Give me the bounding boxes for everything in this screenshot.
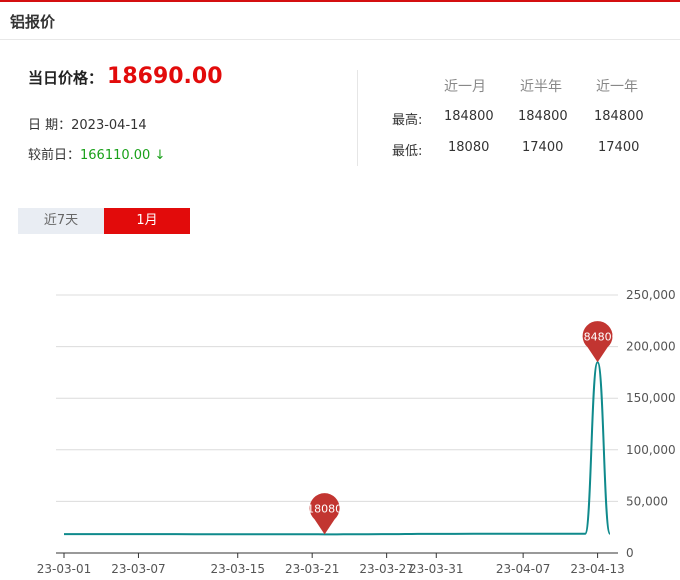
y-tick-label: 50,000	[626, 494, 668, 508]
x-tick-label: 23-03-31	[409, 562, 463, 576]
stats-cell: 17400	[522, 140, 564, 155]
stats-cell: 184800	[594, 109, 644, 124]
tab-1-month[interactable]: 1月	[104, 208, 190, 234]
y-tick-label: 250,000	[626, 288, 676, 302]
stats-cell: 17400	[598, 140, 640, 155]
x-tick-label: 23-03-21	[285, 562, 339, 576]
y-tick-label: 100,000	[626, 443, 676, 457]
date-row: 日 期：2023-04-14	[28, 114, 147, 133]
y-tick-label: 200,000	[626, 340, 676, 354]
previous-day-label: 较前日：	[28, 148, 81, 163]
header: 铝报价	[0, 2, 680, 40]
x-tick-label: 23-04-13	[570, 562, 624, 576]
price-summary: 当日价格： 18690.00 日 期：2023-04-14 较前日：166110…	[0, 40, 680, 190]
y-tick-label: 0	[626, 546, 634, 560]
tab-7-days[interactable]: 近7天	[18, 208, 104, 234]
y-tick-label: 150,000	[626, 391, 676, 405]
current-price-row: 当日价格： 18690.00	[28, 64, 223, 89]
page-title: 铝报价	[10, 13, 56, 31]
date-value: 2023-04-14	[71, 118, 147, 133]
current-price-value: 18690.00	[107, 64, 223, 89]
x-tick-label: 23-04-07	[496, 562, 550, 576]
marker-label: 18080	[307, 502, 342, 515]
x-tick-label: 23-03-01	[37, 562, 91, 576]
x-tick-label: 23-03-27	[359, 562, 413, 576]
previous-day-row: 较前日：166110.00 ↓	[28, 144, 165, 163]
stats-row-label: 最低:	[392, 144, 423, 159]
stats-cell: 18080	[448, 140, 490, 155]
stats-column-header: 近一月	[444, 79, 486, 95]
current-price-label: 当日价格：	[28, 69, 104, 87]
date-label: 日 期：	[28, 118, 72, 133]
stats-cell: 184800	[518, 109, 568, 124]
down-arrow-icon: ↓	[154, 148, 166, 163]
x-tick-label: 23-03-15	[210, 562, 264, 576]
stats-row-label: 最高:	[392, 113, 423, 128]
x-tick-label: 23-03-07	[111, 562, 165, 576]
range-tabs: 近7天 1月	[18, 208, 190, 234]
stats-column-header: 近一年	[596, 79, 638, 95]
vertical-divider	[357, 70, 358, 166]
stats-column-header: 近半年	[520, 79, 562, 95]
price-line-chart: 0 50,000 100,000 150,000 200,000 250,000 23-03…	[37, 288, 676, 576]
stats-cell: 184800	[444, 109, 494, 124]
marker-label: 184800	[577, 330, 619, 343]
previous-day-value: 166110.00	[80, 148, 151, 163]
